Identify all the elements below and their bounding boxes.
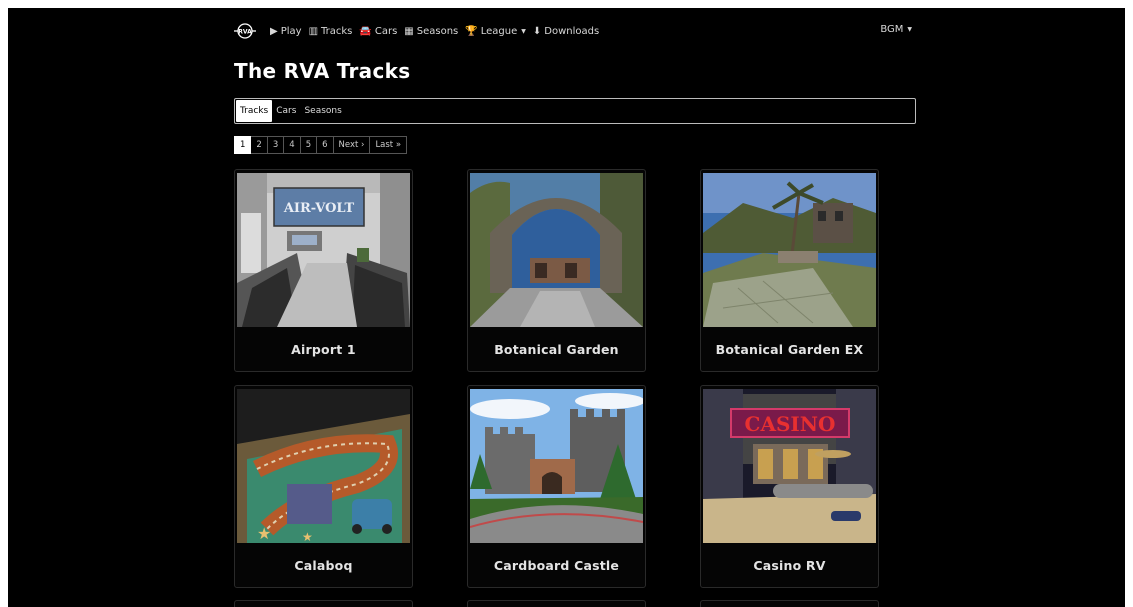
nav-seasons[interactable]: ▦ Seasons xyxy=(404,26,458,37)
nav-downloads-label: Downloads xyxy=(544,25,600,37)
page-link-1[interactable]: 1 xyxy=(234,136,252,154)
track-thumbnail: AIR-VOLT xyxy=(237,173,410,327)
tab-cars[interactable]: Cars xyxy=(272,100,300,122)
page-link-2[interactable]: 2 xyxy=(251,136,268,154)
pagination: 1 2 3 4 5 6 Next › Last » xyxy=(234,136,408,154)
track-card[interactable]: Cardboard Castle xyxy=(467,385,646,588)
tab-tracks[interactable]: Tracks xyxy=(236,100,273,122)
nav-play[interactable]: ▶ Play xyxy=(270,26,302,37)
page-link-3[interactable]: 3 xyxy=(267,136,285,154)
track-thumbnail xyxy=(470,389,643,543)
user-menu-dropdown[interactable]: BGM ▼ xyxy=(880,24,912,35)
trophy-icon: 🏆 xyxy=(465,25,478,37)
track-card[interactable]: CASINO Casino RV xyxy=(700,385,879,588)
map-icon: ▥ xyxy=(308,25,319,37)
user-name: BGM xyxy=(880,24,904,35)
svg-text:AIR-VOLT: AIR-VOLT xyxy=(283,201,355,216)
nav-league-label: League xyxy=(480,25,518,37)
track-name: Botanical Garden EX xyxy=(715,342,864,357)
track-card-partial[interactable] xyxy=(234,600,413,607)
nav-play-label: Play xyxy=(280,25,302,37)
svg-text:★: ★ xyxy=(302,530,313,543)
track-thumbnail xyxy=(470,173,643,327)
nav-cars-label: Cars xyxy=(374,25,398,37)
track-name: Botanical Garden xyxy=(494,342,619,357)
tab-seasons[interactable]: Seasons xyxy=(300,100,345,122)
track-card[interactable]: Botanical Garden xyxy=(467,169,646,372)
caret-down-icon: ▼ xyxy=(907,26,912,33)
rva-logo[interactable]: RVA xyxy=(234,22,256,40)
track-name: Calaboq xyxy=(294,558,353,573)
svg-text:CASINO: CASINO xyxy=(745,412,836,436)
nav-downloads[interactable]: ⬇ Downloads xyxy=(533,26,599,37)
svg-text:★: ★ xyxy=(257,524,271,543)
page-next-link[interactable]: Next › xyxy=(333,136,371,154)
section-tabs: Tracks Cars Seasons xyxy=(234,98,916,124)
caret-down-icon: ▼ xyxy=(521,27,526,35)
nav-tracks[interactable]: ▥ Tracks xyxy=(309,26,353,37)
car-icon: 🚘 xyxy=(359,25,372,37)
download-icon: ⬇ xyxy=(532,25,542,37)
page-last-link[interactable]: Last » xyxy=(370,136,408,154)
track-name: Casino RV xyxy=(753,558,826,573)
track-thumbnail: ★ ★ xyxy=(237,389,410,543)
nav-cars[interactable]: 🚘 Cars xyxy=(359,26,397,37)
nav-league-dropdown[interactable]: 🏆 League ▼ xyxy=(465,26,526,37)
page-link-6[interactable]: 6 xyxy=(317,136,334,154)
navbar: RVA ▶ Play ▥ Tracks 🚘 Cars ▦ Seasons 🏆 L… xyxy=(234,20,916,42)
track-card-partial[interactable] xyxy=(700,600,879,607)
page-link-4[interactable]: 4 xyxy=(284,136,301,154)
nav-seasons-label: Seasons xyxy=(416,25,459,37)
track-card-partial[interactable] xyxy=(467,600,646,607)
page-frame: RVA ▶ Play ▥ Tracks 🚘 Cars ▦ Seasons 🏆 L… xyxy=(8,8,1125,607)
track-name: Cardboard Castle xyxy=(493,558,620,573)
nav-tracks-label: Tracks xyxy=(321,25,353,37)
page-title: The RVA Tracks xyxy=(234,59,411,83)
track-card[interactable]: ★ ★ Calaboq xyxy=(234,385,413,588)
track-thumbnail: CASINO xyxy=(703,389,876,543)
svg-text:RVA: RVA xyxy=(238,29,252,36)
track-card[interactable]: Botanical Garden EX xyxy=(700,169,879,372)
calendar-icon: ▦ xyxy=(404,25,414,37)
track-thumbnail xyxy=(703,173,876,327)
play-icon: ▶ xyxy=(270,25,278,37)
page-link-5[interactable]: 5 xyxy=(300,136,318,154)
track-name: Airport 1 xyxy=(291,342,356,357)
track-card[interactable]: AIR-VOLT Airport 1 xyxy=(234,169,413,372)
